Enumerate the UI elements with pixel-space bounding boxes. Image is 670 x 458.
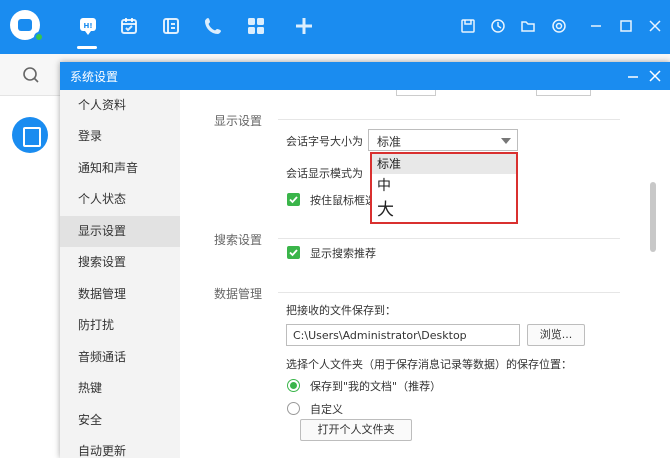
apps-grid-icon[interactable] (245, 15, 267, 37)
sidebar-item-auto-update[interactable]: 自动更新 (60, 436, 180, 458)
scrollbar[interactable] (649, 92, 657, 458)
dialog-close-icon[interactable] (647, 68, 663, 84)
section-title-display: 显示设置 (214, 114, 263, 128)
font-size-select-value: 标准 (377, 135, 402, 149)
font-size-select[interactable]: 标准 (368, 129, 518, 151)
close-icon[interactable] (647, 18, 663, 34)
conversation-avatar[interactable] (12, 117, 48, 153)
sidebar-item-status[interactable]: 个人状态 (60, 184, 180, 215)
settings-icon[interactable] (551, 18, 567, 34)
chevron-down-icon (501, 138, 511, 144)
sidebar-item-profile[interactable]: 个人资料 (60, 90, 180, 121)
settings-dialog: 系统设置 个人资料 登录 通知和声音 个人状态 显示设置 搜索设置 数据管理 防… (60, 62, 670, 458)
maximize-icon[interactable] (618, 18, 634, 34)
search-icon[interactable] (22, 66, 40, 84)
sidebar-item-hotkeys[interactable]: 热键 (60, 373, 180, 404)
dialog-minimize-icon[interactable] (625, 68, 641, 84)
dialog-title: 系统设置 (70, 70, 119, 84)
scrolled-control (396, 90, 436, 96)
history-icon[interactable] (490, 18, 506, 34)
svg-text:H!: H! (83, 22, 92, 30)
scrolled-control (536, 90, 591, 96)
scrollbar-thumb[interactable] (650, 182, 656, 252)
section-title-data: 数据管理 (214, 287, 263, 301)
dialog-titlebar[interactable]: 系统设置 (60, 62, 670, 90)
folder-icon[interactable] (520, 18, 536, 34)
sidebar-item-data[interactable]: 数据管理 (60, 279, 180, 310)
section-title-search: 搜索设置 (214, 233, 263, 247)
save-path-input[interactable]: C:\Users\Administrator\Desktop (286, 324, 520, 346)
radio-custom-label: 自定义 (310, 403, 343, 416)
sidebar-item-login[interactable]: 登录 (60, 121, 180, 152)
settings-sidebar: 个人资料 登录 通知和声音 个人状态 显示设置 搜索设置 数据管理 防打扰 音频… (60, 90, 180, 458)
save-icon[interactable] (460, 18, 476, 34)
app-toolbar: H! (0, 0, 670, 54)
contacts-icon[interactable] (160, 15, 182, 37)
search-recommend-checkbox[interactable] (287, 246, 300, 259)
section-divider (278, 238, 620, 239)
search-recommend-label: 显示搜索推荐 (310, 247, 376, 260)
hover-select-label: 按住鼠标框选 (310, 194, 376, 207)
radio-custom[interactable] (287, 402, 300, 415)
sidebar-item-security[interactable]: 安全 (60, 405, 180, 436)
minimize-icon[interactable] (588, 18, 604, 34)
save-to-label: 把接收的文件保存到： (286, 304, 396, 317)
sidebar-item-notifications[interactable]: 通知和声音 (60, 153, 180, 184)
hover-select-checkbox[interactable] (287, 193, 300, 206)
sidebar-item-audio-call[interactable]: 音频通话 (60, 342, 180, 373)
sidebar-item-dnd[interactable]: 防打扰 (60, 310, 180, 341)
radio-my-documents-label: 保存到"我的文档"（推荐） (310, 380, 442, 393)
open-personal-folder-button[interactable]: 打开个人文件夹 (300, 419, 412, 441)
section-divider (278, 119, 620, 120)
online-status-icon (34, 32, 44, 42)
sidebar-item-display[interactable]: 显示设置 (60, 216, 180, 247)
font-size-label: 会话字号大小为 (286, 135, 363, 148)
sidebar-item-search[interactable]: 搜索设置 (60, 247, 180, 278)
chat-icon[interactable]: H! (77, 15, 99, 37)
highlight-box (370, 152, 518, 224)
phone-icon[interactable] (202, 15, 224, 37)
calendar-icon[interactable] (118, 15, 140, 37)
section-divider (278, 292, 620, 293)
plus-icon[interactable] (293, 15, 315, 37)
active-tab-indicator (77, 46, 97, 49)
personal-folder-label: 选择个人文件夹（用于保存消息记录等数据）的保存位置： (286, 358, 572, 371)
browse-button[interactable]: 浏览... (527, 324, 585, 346)
radio-my-documents[interactable] (287, 379, 300, 392)
display-mode-label: 会话显示模式为 (286, 167, 363, 180)
